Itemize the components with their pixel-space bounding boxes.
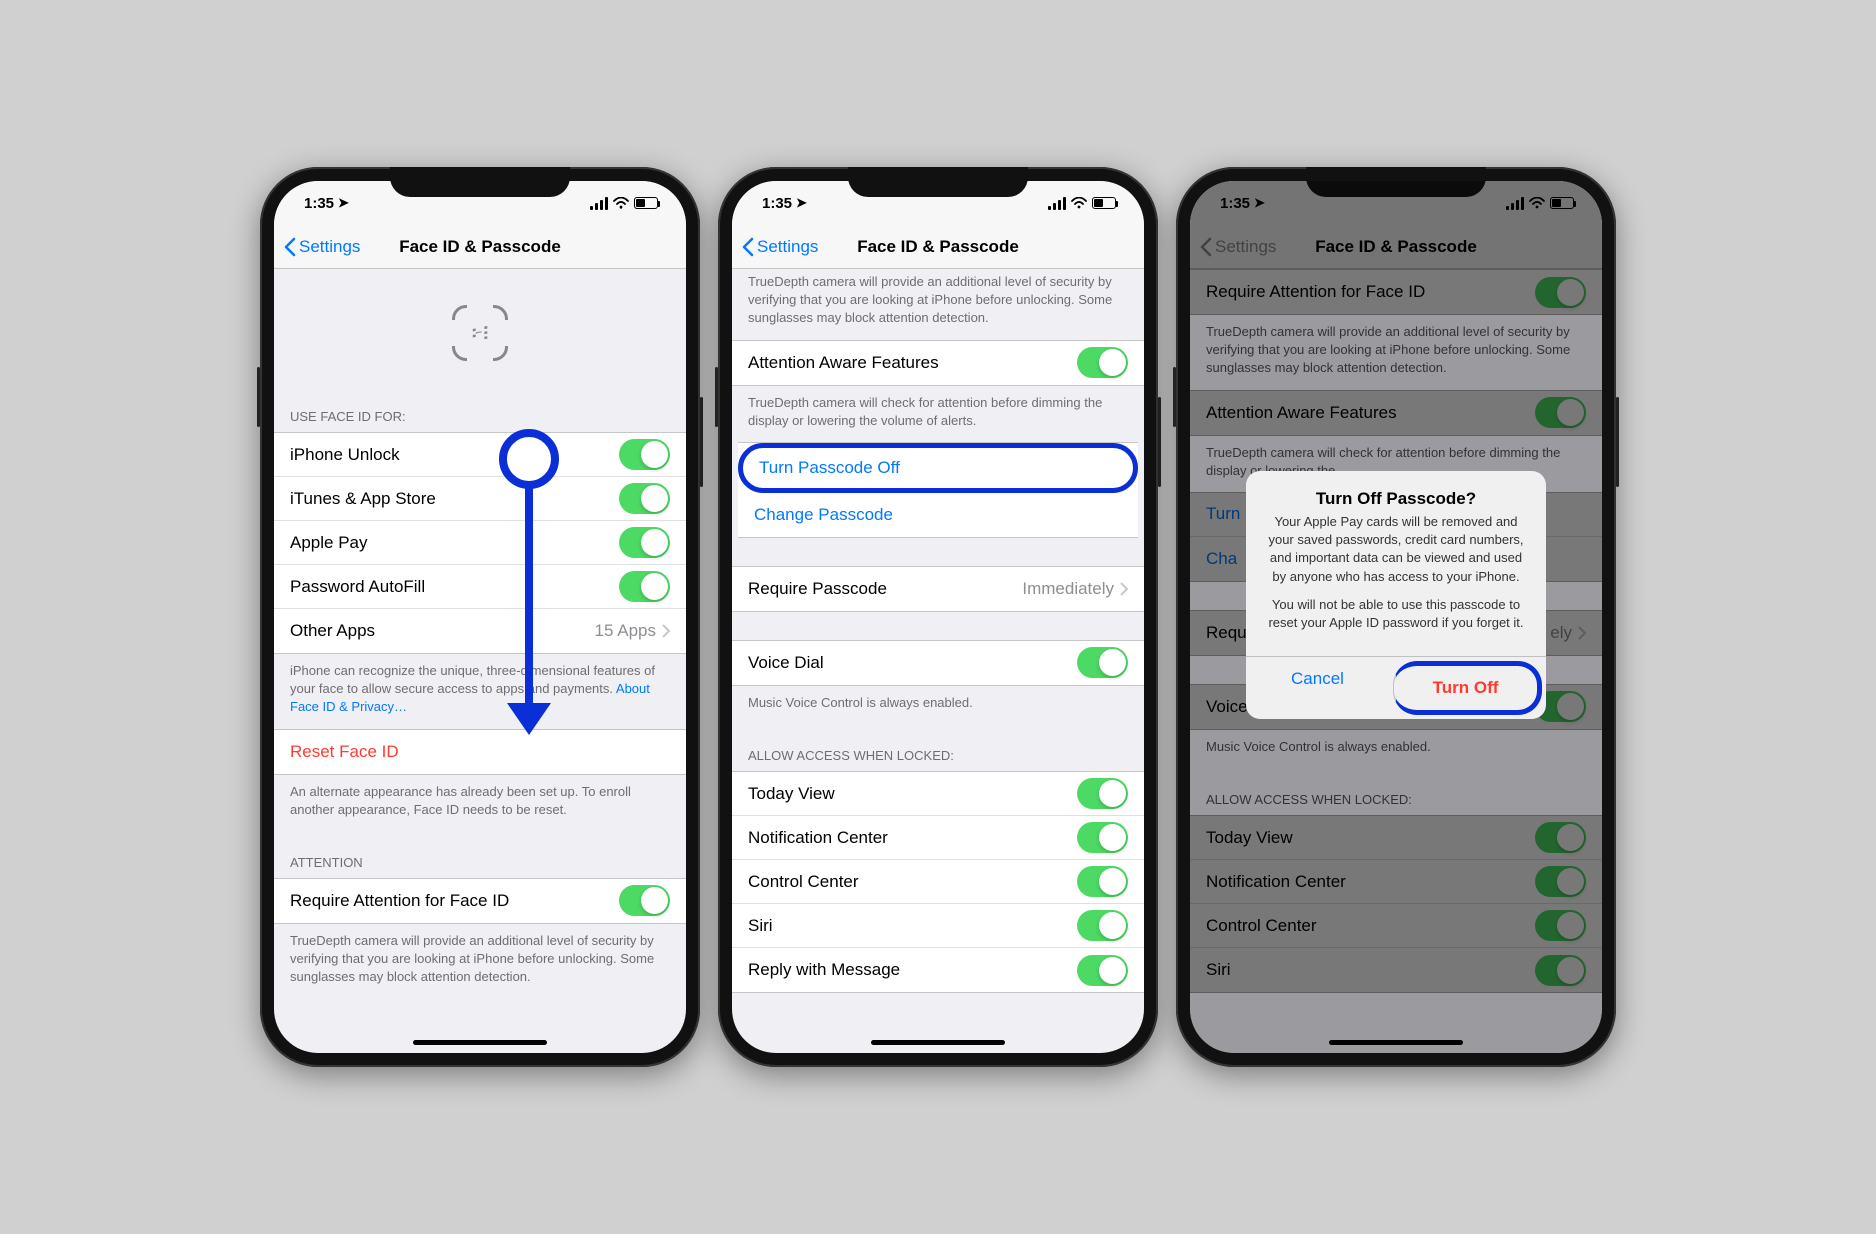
settings-scroll[interactable]: TrueDepth camera will provide an additio… [732, 269, 1144, 1053]
row-iphone-unlock[interactable]: iPhone Unlock [274, 433, 686, 477]
row-voice-dial[interactable]: Voice Dial [732, 641, 1144, 685]
notch [390, 167, 570, 197]
row-itunes[interactable]: iTunes & App Store [274, 477, 686, 521]
toggle[interactable] [1077, 866, 1128, 897]
toggle[interactable] [1077, 822, 1128, 853]
back-button[interactable]: Settings [742, 237, 818, 257]
footer-text: TrueDepth camera will provide an additio… [274, 924, 686, 999]
toggle[interactable] [619, 439, 670, 470]
alert-message: Your Apple Pay cards will be removed and… [1246, 513, 1546, 656]
toggle[interactable] [1077, 910, 1128, 941]
toggle[interactable] [1077, 955, 1128, 986]
row-reset-faceid[interactable]: Reset Face ID [274, 730, 686, 774]
toggle[interactable] [619, 571, 670, 602]
footer-text: An alternate appearance has already been… [274, 775, 686, 831]
chevron-right-icon [662, 624, 670, 638]
home-indicator[interactable] [1329, 1040, 1463, 1045]
row-control-center[interactable]: Control Center [732, 860, 1144, 904]
wifi-icon [1071, 197, 1087, 209]
nav-bar: Settings Face ID & Passcode [732, 225, 1144, 269]
row-today-view[interactable]: Today View [732, 772, 1144, 816]
signal-icon [590, 197, 608, 210]
signal-icon [1048, 197, 1066, 210]
nav-title: Face ID & Passcode [857, 237, 1019, 257]
row-require-passcode[interactable]: Require PasscodeImmediately [732, 567, 1144, 611]
row-reply-message[interactable]: Reply with Message [732, 948, 1144, 992]
row-change-passcode[interactable]: Change Passcode [738, 493, 1138, 537]
alert-cancel-button[interactable]: Cancel [1246, 657, 1389, 719]
row-other-apps[interactable]: Other Apps15 Apps [274, 609, 686, 653]
footer-text: iPhone can recognize the unique, three-d… [274, 654, 686, 729]
back-button[interactable]: Settings [284, 237, 360, 257]
group-header: ATTENTION [274, 831, 686, 878]
row-turn-passcode-off[interactable]: Turn Passcode Off [738, 443, 1138, 493]
toggle[interactable] [619, 527, 670, 558]
status-time: 1:35 [304, 195, 334, 212]
row-attention-aware[interactable]: Attention Aware Features [732, 341, 1144, 385]
home-indicator[interactable] [871, 1040, 1005, 1045]
group-header: USE FACE ID FOR: [274, 385, 686, 432]
faceid-icon: ፦፧ [452, 305, 508, 361]
row-siri[interactable]: Siri [732, 904, 1144, 948]
alert-turnoff-button[interactable]: Turn Off [1393, 661, 1542, 715]
faceid-hero: ፦፧ [274, 269, 686, 385]
alert-title: Turn Off Passcode? [1246, 471, 1546, 513]
chevron-left-icon [742, 237, 754, 257]
phone-mockup-3: 1:35➤ Settings Face ID & Passcode Requir… [1176, 167, 1616, 1067]
chevron-right-icon [1120, 582, 1128, 596]
battery-icon [634, 197, 658, 209]
footer-text: Music Voice Control is always enabled. [732, 686, 1144, 724]
toggle[interactable] [1077, 778, 1128, 809]
toggle[interactable] [619, 885, 670, 916]
settings-scroll[interactable]: ፦፧ USE FACE ID FOR: iPhone Unlock iTunes… [274, 269, 686, 1053]
toggle[interactable] [1077, 347, 1128, 378]
status-time: 1:35 [762, 195, 792, 212]
chevron-left-icon [284, 237, 296, 257]
footer-text: TrueDepth camera will check for attentio… [732, 386, 1144, 442]
battery-icon [1092, 197, 1116, 209]
home-indicator[interactable] [413, 1040, 547, 1045]
location-icon: ➤ [338, 195, 349, 211]
location-icon: ➤ [796, 195, 807, 211]
alert-dialog: Turn Off Passcode? Your Apple Pay cards … [1246, 471, 1546, 719]
row-password-autofill[interactable]: Password AutoFill [274, 565, 686, 609]
row-require-attention[interactable]: Require Attention for Face ID [274, 879, 686, 923]
notch [848, 167, 1028, 197]
nav-bar: Settings Face ID & Passcode [274, 225, 686, 269]
toggle[interactable] [619, 483, 670, 514]
row-apple-pay[interactable]: Apple Pay [274, 521, 686, 565]
nav-title: Face ID & Passcode [399, 237, 561, 257]
phone-mockup-2: 1:35➤ Settings Face ID & Passcode TrueDe… [718, 167, 1158, 1067]
row-notification-center[interactable]: Notification Center [732, 816, 1144, 860]
toggle[interactable] [1077, 647, 1128, 678]
footer-text: TrueDepth camera will provide an additio… [732, 269, 1144, 340]
wifi-icon [613, 197, 629, 209]
phone-mockup-1: 1:35➤ Settings Face ID & Passcode ፦፧ USE… [260, 167, 700, 1067]
group-header: ALLOW ACCESS WHEN LOCKED: [732, 724, 1144, 771]
